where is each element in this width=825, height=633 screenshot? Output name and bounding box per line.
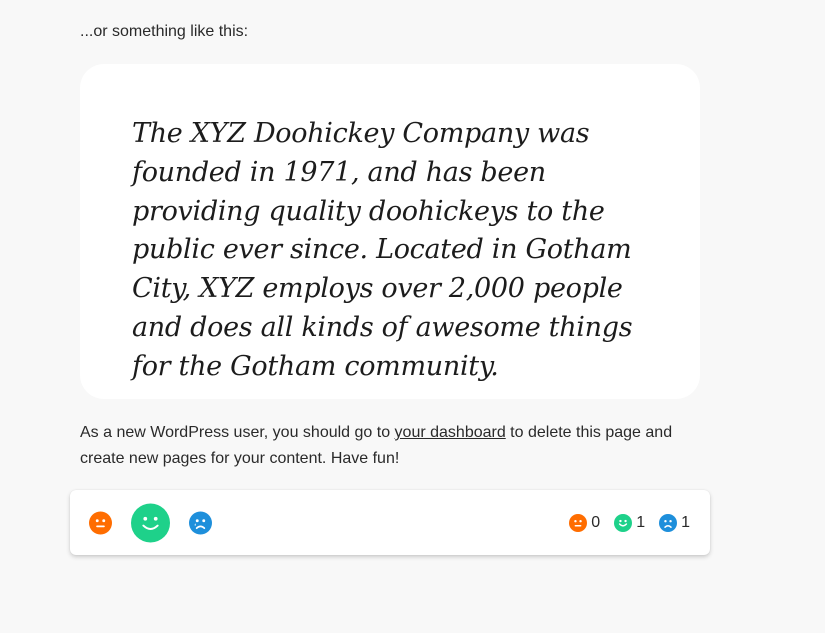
intro-text: ...or something like this: — [80, 23, 249, 40]
quote-text: The XYZ Doohickey Company was founded in… — [132, 118, 633, 382]
quote-card: The XYZ Doohickey Company was founded in… — [80, 64, 700, 399]
body-paragraph: As a new WordPress user, you should go t… — [80, 420, 680, 472]
smile-face-icon — [614, 513, 633, 532]
reaction-counts: 0 1 1 — [569, 490, 690, 555]
neutral-count-value: 0 — [591, 513, 601, 531]
happy-count: 1 — [614, 513, 646, 532]
neutral-face-icon — [95, 518, 106, 527]
body-text-start: As a new WordPress user, you should go t… — [80, 424, 395, 441]
sad-count-value: 1 — [681, 513, 690, 531]
happy-reaction-button[interactable] — [131, 503, 170, 542]
dashboard-link[interactable]: your dashboard — [395, 424, 506, 441]
happy-count-value: 1 — [636, 513, 646, 531]
reaction-bar: 0 1 1 — [70, 490, 710, 555]
page: ...or something like this: The XYZ Doohi… — [0, 0, 825, 633]
sad-count: 1 — [659, 513, 690, 532]
neutral-reaction-button[interactable] — [89, 511, 112, 534]
sad-reaction-button[interactable] — [189, 511, 212, 534]
neutral-count: 0 — [569, 513, 601, 532]
neutral-face-icon — [569, 513, 588, 532]
sad-face-icon — [659, 513, 678, 532]
sad-face-icon — [194, 518, 206, 529]
smile-face-icon — [142, 516, 159, 530]
